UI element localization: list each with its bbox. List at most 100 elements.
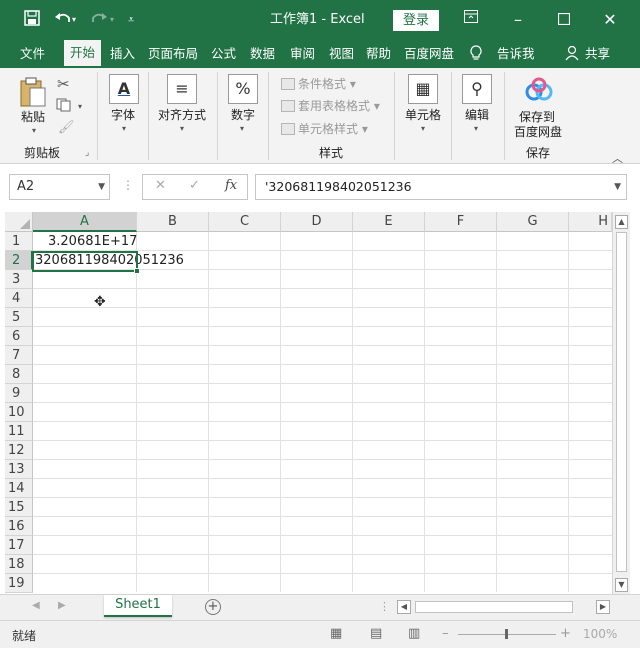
share-button[interactable]: 共享 bbox=[585, 45, 610, 63]
paste-dropdown-icon[interactable]: ▾ bbox=[32, 126, 36, 135]
ribbon-display-icon[interactable] bbox=[460, 8, 482, 32]
horizontal-scrollbar[interactable]: ◀ ▶ bbox=[397, 600, 612, 615]
undo-icon[interactable] bbox=[54, 10, 72, 31]
tab-formulas[interactable]: 公式 bbox=[211, 45, 236, 63]
row-header[interactable]: 7 bbox=[5, 346, 33, 365]
row-header[interactable]: 18 bbox=[5, 555, 33, 574]
row-header[interactable]: 11 bbox=[5, 422, 33, 441]
expand-formula-icon[interactable]: ▼ bbox=[614, 175, 621, 199]
column-header-f[interactable]: F bbox=[425, 212, 497, 232]
row-header[interactable]: 3 bbox=[5, 270, 33, 289]
column-header-c[interactable]: C bbox=[209, 212, 281, 232]
baidu-netdisk-icon[interactable] bbox=[525, 77, 553, 106]
vertical-scrollbar[interactable]: ▲ ▼ bbox=[612, 212, 630, 594]
copy-dropdown-icon[interactable]: ▾ bbox=[78, 102, 82, 111]
worksheet-grid[interactable]: A B C D E F G H 1 2 3 4 5 6 7 8 9 10 11 … bbox=[0, 212, 640, 593]
cell-styles-button[interactable]: 单元格样式 ▾ bbox=[281, 121, 368, 137]
sheet-tab-sheet1[interactable]: Sheet1 bbox=[104, 595, 172, 617]
tab-data[interactable]: 数据 bbox=[250, 45, 275, 63]
redo-dropdown-icon[interactable]: ▾ bbox=[110, 10, 114, 30]
cells-button[interactable]: 单元格 bbox=[405, 108, 441, 122]
find-icon[interactable]: ⚲ bbox=[462, 74, 492, 104]
tab-view[interactable]: 视图 bbox=[329, 45, 354, 63]
row-header[interactable]: 6 bbox=[5, 327, 33, 346]
editing-button[interactable]: 编辑 bbox=[465, 108, 489, 122]
column-header-g[interactable]: G bbox=[497, 212, 569, 232]
insert-function-icon[interactable]: fx bbox=[225, 178, 237, 193]
editing-dropdown-icon[interactable]: ▾ bbox=[474, 124, 478, 133]
cells-icon[interactable]: ▦ bbox=[408, 74, 438, 104]
cells-dropdown-icon[interactable]: ▾ bbox=[421, 124, 425, 133]
column-header-b[interactable]: B bbox=[137, 212, 209, 232]
tab-file[interactable]: 文件 bbox=[20, 45, 45, 63]
customize-qat-icon[interactable]: ⩡ bbox=[128, 10, 134, 30]
chevron-down-icon[interactable]: ▼ bbox=[98, 175, 105, 199]
row-header[interactable]: 14 bbox=[5, 479, 33, 498]
vertical-scroll-thumb[interactable] bbox=[616, 232, 627, 572]
format-as-table-button[interactable]: 套用表格格式 ▾ bbox=[281, 98, 380, 114]
scroll-left-icon[interactable]: ◀ bbox=[397, 600, 411, 614]
prev-sheet-icon[interactable]: ◀ bbox=[32, 600, 40, 611]
column-header-d[interactable]: D bbox=[281, 212, 353, 232]
row-header[interactable]: 8 bbox=[5, 365, 33, 384]
cell-a1[interactable]: 3.20681E+17 bbox=[48, 232, 137, 251]
number-format-icon[interactable]: % bbox=[228, 74, 258, 104]
zoom-slider-knob[interactable] bbox=[505, 629, 508, 639]
column-header-e[interactable]: E bbox=[353, 212, 425, 232]
tab-help[interactable]: 帮助 bbox=[366, 45, 391, 63]
font-icon[interactable]: A bbox=[109, 74, 139, 104]
fill-handle[interactable] bbox=[134, 268, 140, 274]
add-sheet-icon[interactable]: + bbox=[205, 599, 221, 615]
cancel-icon[interactable]: ✕ bbox=[155, 178, 166, 193]
select-all-button[interactable] bbox=[5, 212, 33, 232]
tab-split-handle-icon[interactable]: ⋮ bbox=[379, 600, 390, 613]
enter-icon[interactable]: ✓ bbox=[189, 178, 200, 193]
tab-baidu-netdisk[interactable]: 百度网盘 bbox=[404, 45, 454, 63]
number-dropdown-icon[interactable]: ▾ bbox=[240, 124, 244, 133]
row-header[interactable]: 10 bbox=[5, 403, 33, 422]
font-dropdown-icon[interactable]: ▾ bbox=[122, 124, 126, 133]
tab-insert[interactable]: 插入 bbox=[110, 45, 135, 63]
row-header[interactable]: 19 bbox=[5, 574, 33, 593]
undo-dropdown-icon[interactable]: ▾ bbox=[72, 10, 76, 30]
formula-input[interactable]: '320681198402051236 ▼ bbox=[255, 174, 627, 200]
zoom-level[interactable]: 100% bbox=[583, 627, 617, 641]
row-header[interactable]: 1 bbox=[5, 232, 33, 251]
row-header[interactable]: 16 bbox=[5, 517, 33, 536]
tab-home[interactable]: 开始 bbox=[64, 40, 102, 68]
page-layout-view-icon[interactable]: ▤ bbox=[370, 626, 382, 641]
login-button[interactable]: 登录 bbox=[393, 10, 439, 31]
alignment-dropdown-icon[interactable]: ▾ bbox=[180, 124, 184, 133]
lightbulb-icon[interactable] bbox=[470, 45, 482, 66]
cut-icon[interactable]: ✂ bbox=[57, 75, 70, 93]
format-painter-icon[interactable]: 🖌 bbox=[58, 120, 75, 135]
page-break-view-icon[interactable]: ▥ bbox=[408, 626, 420, 641]
row-header[interactable]: 13 bbox=[5, 460, 33, 479]
alignment-icon[interactable]: ≡ bbox=[167, 74, 197, 104]
redo-icon[interactable] bbox=[90, 10, 108, 31]
tab-review[interactable]: 审阅 bbox=[290, 45, 315, 63]
resize-handle-icon[interactable]: ⋮ bbox=[122, 178, 134, 192]
alignment-button[interactable]: 对齐方式 bbox=[158, 108, 206, 122]
save-to-baidu-button[interactable]: 保存到 bbox=[519, 110, 555, 124]
row-header[interactable]: 17 bbox=[5, 536, 33, 555]
horizontal-scroll-thumb[interactable] bbox=[415, 601, 573, 613]
column-header-a[interactable]: A bbox=[33, 212, 137, 232]
row-header[interactable]: 5 bbox=[5, 308, 33, 327]
row-header[interactable]: 15 bbox=[5, 498, 33, 517]
close-icon[interactable]: ✕ bbox=[599, 8, 621, 32]
number-button[interactable]: 数字 bbox=[231, 108, 255, 122]
maximize-icon[interactable] bbox=[553, 8, 575, 32]
tell-me-search[interactable]: 告诉我 bbox=[497, 45, 535, 63]
minimize-icon[interactable]: – bbox=[507, 8, 529, 32]
tab-page-layout[interactable]: 页面布局 bbox=[148, 45, 198, 63]
row-header[interactable]: 9 bbox=[5, 384, 33, 403]
share-user-icon[interactable] bbox=[565, 45, 579, 66]
next-sheet-icon[interactable]: ▶ bbox=[58, 600, 66, 611]
column-header-h[interactable]: H bbox=[569, 212, 612, 232]
row-header[interactable]: 4 bbox=[5, 289, 33, 308]
font-button[interactable]: 字体 bbox=[111, 108, 135, 122]
active-cell-selection[interactable] bbox=[32, 251, 140, 274]
scroll-down-icon[interactable]: ▼ bbox=[615, 578, 628, 592]
scroll-right-icon[interactable]: ▶ bbox=[596, 600, 610, 614]
